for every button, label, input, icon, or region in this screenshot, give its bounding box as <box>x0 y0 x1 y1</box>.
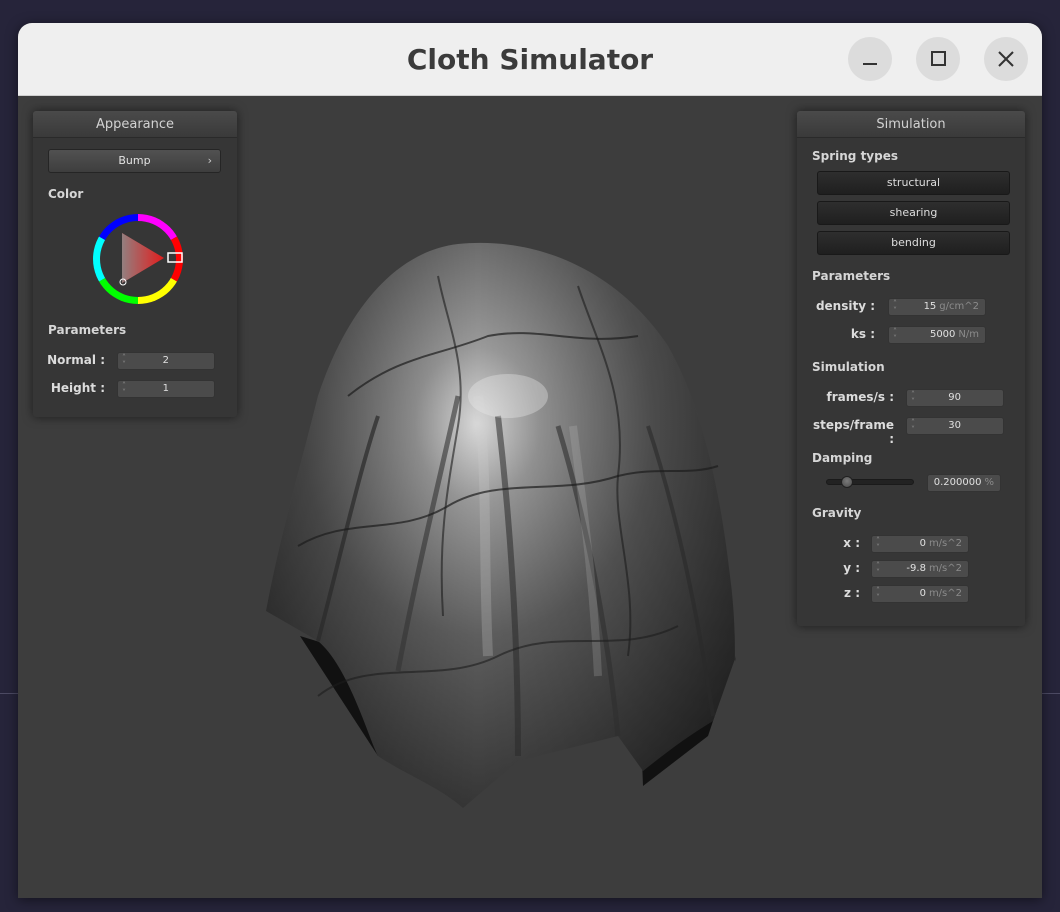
title-bar[interactable]: Cloth Simulator <box>18 23 1042 96</box>
maximize-icon <box>931 51 946 66</box>
simulation-panel: Simulation Spring types structural shear… <box>797 111 1025 626</box>
gravity-z-unit: m/s^2 <box>928 588 962 599</box>
ks-label: ks : <box>850 327 875 341</box>
spinner-icon[interactable]: ˄ ˅ <box>876 537 880 552</box>
gravity-y-unit: m/s^2 <box>928 563 962 574</box>
maximize-button[interactable] <box>916 37 960 81</box>
density-input[interactable]: ˄ ˅ 15 g/cm^2 <box>888 298 986 316</box>
minimize-icon <box>863 63 877 65</box>
chevron-right-icon: › <box>207 154 212 167</box>
density-unit: g/cm^2 <box>939 301 979 312</box>
color-section-label: Color <box>48 187 84 201</box>
gravity-y-input[interactable]: ˄ ˅ -9.8 m/s^2 <box>871 560 969 578</box>
ks-value: 5000 <box>929 329 956 340</box>
density-label: density : <box>815 299 875 313</box>
gravity-z-label: z : <box>844 586 860 600</box>
shader-popup-label: Bump <box>118 154 151 167</box>
bending-button[interactable]: bending <box>817 231 1010 255</box>
damping-unit: % <box>984 477 994 488</box>
spinner-icon[interactable]: ˄ ˅ <box>876 587 880 602</box>
damping-slider-knob[interactable] <box>841 476 854 488</box>
height-input[interactable]: ˄ ˅ 1 <box>117 380 215 398</box>
damping-slider[interactable] <box>826 479 914 485</box>
simulation-section-label: Simulation <box>812 360 885 374</box>
height-label: Height : <box>50 381 105 395</box>
height-value: 1 <box>162 383 169 394</box>
spinner-icon[interactable]: ˄ ˅ <box>876 562 880 577</box>
gravity-y-value: -9.8 <box>906 563 926 574</box>
steps-input[interactable]: ˄ ˅ 30 <box>906 417 1004 435</box>
simulation-parameters-label: Parameters <box>812 269 891 283</box>
damping-input[interactable]: 0.200000% <box>927 474 1001 492</box>
steps-label: steps/frame : <box>812 418 894 446</box>
gravity-y-label: y : <box>843 561 860 575</box>
gravity-z-value: 0 <box>919 588 926 599</box>
spinner-icon[interactable]: ˄ ˅ <box>911 419 915 434</box>
ks-unit: N/m <box>958 329 979 340</box>
normal-label: Normal : <box>47 353 105 367</box>
spinner-icon[interactable]: ˄ ˅ <box>911 391 915 406</box>
color-wheel-icon[interactable] <box>92 213 184 305</box>
close-icon <box>998 51 1014 67</box>
close-button[interactable] <box>984 37 1028 81</box>
structural-button[interactable]: structural <box>817 171 1010 195</box>
normal-value: 2 <box>162 355 169 366</box>
appearance-panel: Appearance Bump › Color Parameters Norma… <box>33 111 237 417</box>
appearance-panel-title[interactable]: Appearance <box>33 111 237 138</box>
fps-value: 90 <box>948 392 961 403</box>
fps-input[interactable]: ˄ ˅ 90 <box>906 389 1004 407</box>
app-window: Cloth Simulator Appearance Bump › Color … <box>18 23 1042 898</box>
appearance-parameters-label: Parameters <box>48 323 127 337</box>
damping-value: 0.200000 <box>933 477 982 488</box>
render-viewport[interactable]: Appearance Bump › Color Parameters Norma… <box>18 96 1042 898</box>
gravity-label: Gravity <box>812 506 862 520</box>
damping-label: Damping <box>812 451 873 465</box>
minimize-button[interactable] <box>848 37 892 81</box>
spinner-icon[interactable]: ˄ ˅ <box>122 354 126 369</box>
steps-value: 30 <box>948 420 961 431</box>
spinner-icon[interactable]: ˄ ˅ <box>893 300 897 315</box>
shader-popup-button[interactable]: Bump › <box>48 149 221 173</box>
shearing-button[interactable]: shearing <box>817 201 1010 225</box>
ks-input[interactable]: ˄ ˅ 5000 N/m <box>888 326 986 344</box>
spring-types-label: Spring types <box>812 149 899 163</box>
density-value: 15 <box>923 301 937 312</box>
gravity-z-input[interactable]: ˄ ˅ 0 m/s^2 <box>871 585 969 603</box>
gravity-x-value: 0 <box>919 538 926 549</box>
spinner-icon[interactable]: ˄ ˅ <box>893 328 897 343</box>
simulation-panel-title[interactable]: Simulation <box>797 111 1025 138</box>
normal-input[interactable]: ˄ ˅ 2 <box>117 352 215 370</box>
gravity-x-unit: m/s^2 <box>928 538 962 549</box>
fps-label: frames/s : <box>826 390 894 404</box>
spinner-icon[interactable]: ˄ ˅ <box>122 382 126 397</box>
gravity-x-label: x : <box>843 536 860 550</box>
gravity-x-input[interactable]: ˄ ˅ 0 m/s^2 <box>871 535 969 553</box>
